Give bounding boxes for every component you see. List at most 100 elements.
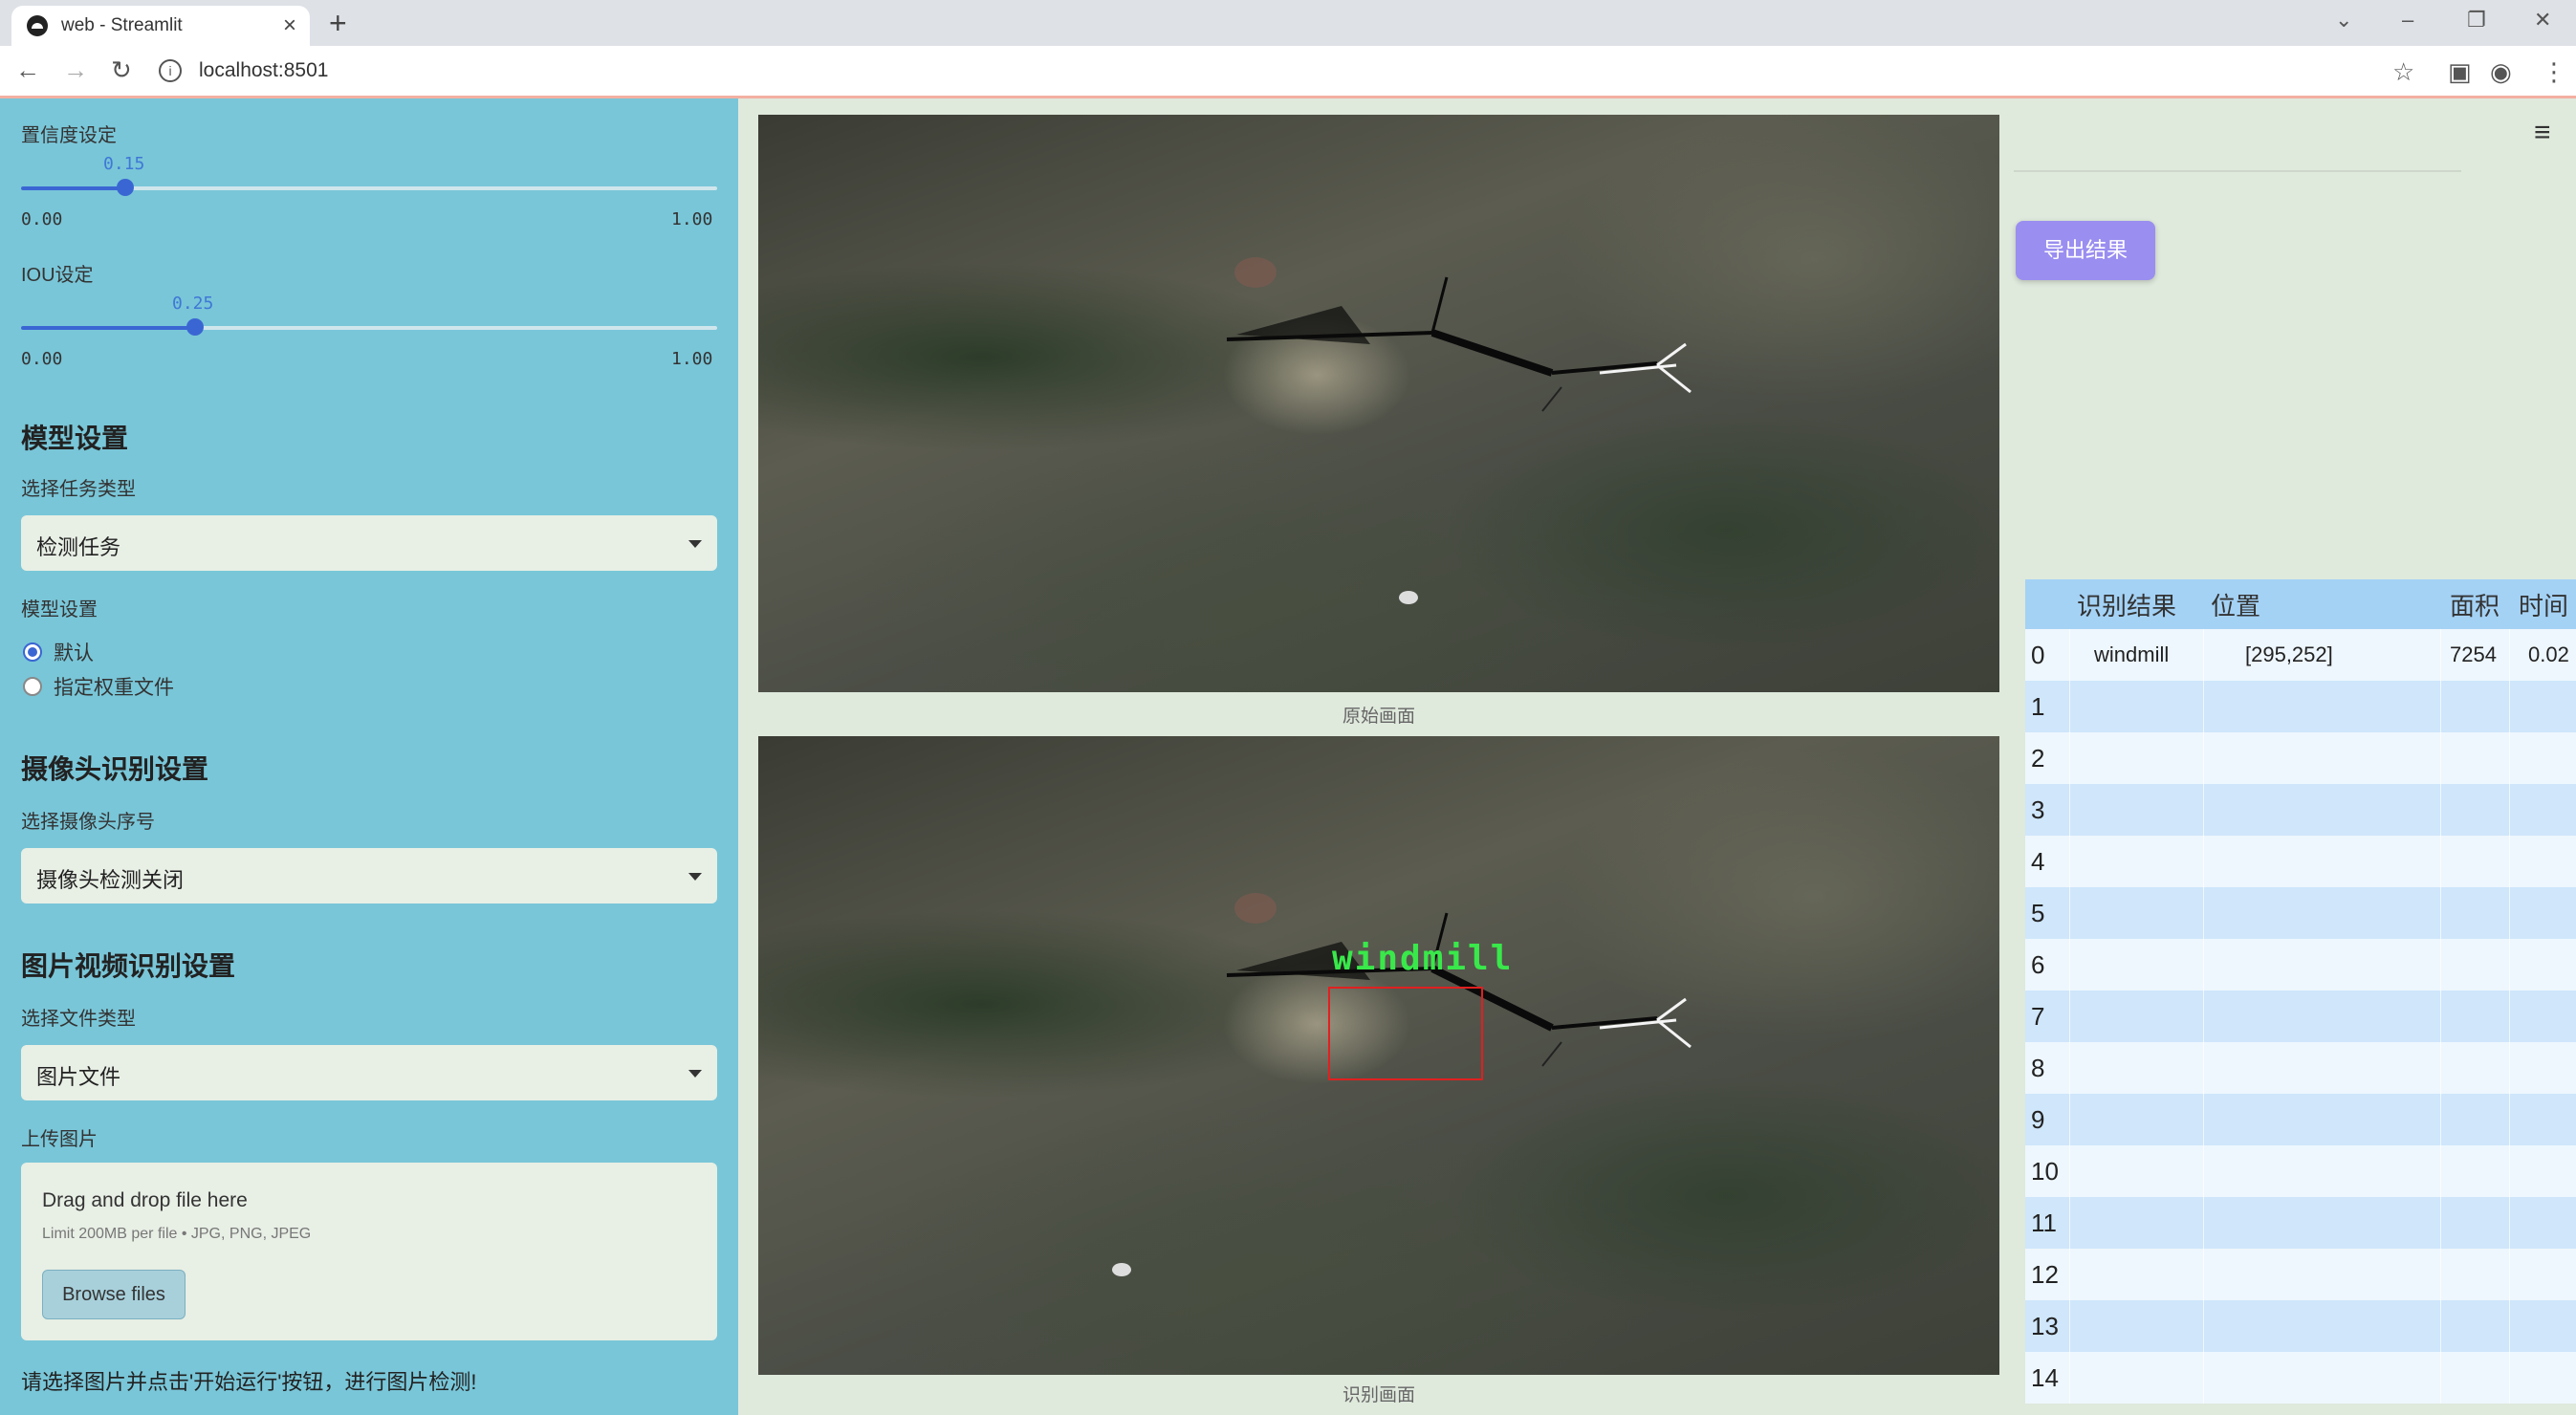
confidence-min: 0.00: [21, 209, 63, 229]
column-divider: [2440, 939, 2441, 990]
back-icon[interactable]: ←: [15, 55, 40, 85]
table-row[interactable]: 0 windmill [295,252] 7254 0.02: [2025, 629, 2576, 681]
row-index: 14: [2031, 1362, 2059, 1392]
media-section-title: 图片视频识别设置: [21, 951, 236, 981]
column-divider: [2509, 1300, 2510, 1352]
radio-custom-weights-dot[interactable]: [23, 677, 42, 696]
radio-custom-weights[interactable]: 指定权重文件: [23, 672, 174, 701]
reload-icon[interactable]: ↻: [111, 55, 132, 85]
confidence-value: 0.15: [103, 154, 145, 174]
column-divider: [2440, 1300, 2441, 1352]
hamburger-icon[interactable]: ≡: [2534, 117, 2551, 149]
column-divider: [2203, 887, 2204, 939]
table-row[interactable]: 1: [2025, 681, 2576, 732]
task-type-select[interactable]: 检测任务: [21, 515, 717, 571]
column-divider: [2069, 887, 2070, 939]
forward-icon[interactable]: →: [63, 55, 88, 85]
iou-value: 0.25: [172, 294, 214, 314]
row-index: 11: [2031, 1208, 2057, 1237]
column-divider: [2203, 1249, 2204, 1300]
table-row[interactable]: 13: [2025, 1300, 2576, 1352]
column-divider: [2203, 1352, 2204, 1404]
row-index: 6: [2031, 949, 2045, 979]
column-divider: [2203, 1197, 2204, 1249]
column-divider: [2440, 732, 2441, 784]
file-type-value: 图片文件: [36, 1065, 121, 1089]
header-position[interactable]: 位置: [2211, 579, 2260, 629]
file-type-select[interactable]: 图片文件: [21, 1045, 717, 1100]
restore-icon[interactable]: ❐: [2467, 8, 2486, 33]
radio-default-dot[interactable]: [23, 642, 42, 662]
column-divider: [2203, 1042, 2204, 1094]
column-divider: [2203, 1300, 2204, 1352]
header-area[interactable]: 面积: [2450, 579, 2500, 629]
file-uploader-dropzone[interactable]: Drag and drop file here Limit 200MB per …: [21, 1163, 717, 1340]
menu-dots-icon[interactable]: ⋮: [2542, 57, 2566, 87]
column-divider: [2509, 990, 2510, 1042]
star-icon[interactable]: ☆: [2392, 57, 2414, 87]
iou-slider[interactable]: [21, 318, 717, 336]
info-icon[interactable]: i: [159, 59, 182, 82]
radio-default[interactable]: 默认: [23, 638, 94, 666]
column-divider: [2509, 629, 2510, 681]
table-row[interactable]: 4: [2025, 836, 2576, 887]
column-divider: [2509, 1094, 2510, 1145]
column-divider: [2069, 1300, 2070, 1352]
iou-slider-thumb[interactable]: [186, 318, 204, 336]
original-caption: 原始画面: [1342, 707, 1415, 727]
browser-tabbar: web - Streamlit × + ⌄ – ❐ ✕: [0, 0, 2576, 46]
tab-search-icon[interactable]: ⌄: [2335, 8, 2352, 33]
table-row[interactable]: 2: [2025, 732, 2576, 784]
table-row[interactable]: 11: [2025, 1197, 2576, 1249]
original-image: [758, 115, 1999, 692]
browse-files-button[interactable]: Browse files: [42, 1270, 186, 1319]
column-divider: [2509, 681, 2510, 732]
model-section-title: 模型设置: [21, 424, 129, 453]
browser-tab[interactable]: web - Streamlit ×: [11, 6, 310, 46]
table-row[interactable]: 3: [2025, 784, 2576, 836]
column-divider: [2069, 1249, 2070, 1300]
table-row[interactable]: 7: [2025, 990, 2576, 1042]
caret-down-icon: [688, 540, 702, 548]
row-index: 2: [2031, 743, 2045, 773]
table-row[interactable]: 9: [2025, 1094, 2576, 1145]
column-divider: [2509, 1042, 2510, 1094]
column-divider: [2509, 1352, 2510, 1404]
column-divider: [2203, 990, 2204, 1042]
caret-down-icon: [688, 873, 702, 881]
column-divider: [2440, 990, 2441, 1042]
table-row[interactable]: 12: [2025, 1249, 2576, 1300]
detection-bounding-box: [1328, 987, 1483, 1080]
table-row[interactable]: 10: [2025, 1145, 2576, 1197]
column-divider: [2069, 1197, 2070, 1249]
table-row[interactable]: 6: [2025, 939, 2576, 990]
confidence-slider-thumb[interactable]: [117, 179, 134, 196]
table-row[interactable]: 8: [2025, 1042, 2576, 1094]
export-results-button[interactable]: 导出结果: [2016, 221, 2155, 280]
row-index: 5: [2031, 898, 2045, 927]
cell-position: [295,252]: [2245, 642, 2333, 666]
streamlit-favicon-icon: [27, 15, 48, 36]
close-window-icon[interactable]: ✕: [2534, 8, 2551, 33]
column-divider: [2203, 681, 2204, 732]
tab-close-icon[interactable]: ×: [283, 12, 296, 39]
camera-select[interactable]: 摄像头检测关闭: [21, 848, 717, 903]
url-field[interactable]: i localhost:8501: [159, 54, 2358, 88]
result-image: windmill: [758, 736, 1999, 1375]
column-divider: [2509, 784, 2510, 836]
minimize-icon[interactable]: –: [2402, 8, 2413, 33]
column-divider: [2203, 629, 2204, 681]
model-weights-label: 模型设置: [21, 599, 98, 620]
divider: [2014, 170, 2461, 172]
header-result[interactable]: 识别结果: [2077, 579, 2176, 629]
column-divider: [2069, 629, 2070, 681]
column-divider: [2203, 1094, 2204, 1145]
table-row[interactable]: 14: [2025, 1352, 2576, 1404]
table-row[interactable]: 5: [2025, 887, 2576, 939]
url-text: localhost:8501: [199, 59, 329, 81]
header-time[interactable]: 时间: [2519, 579, 2568, 629]
new-tab-icon[interactable]: +: [329, 6, 347, 41]
confidence-slider[interactable]: [21, 179, 717, 196]
sidepanel-icon[interactable]: ▣: [2448, 57, 2472, 87]
profile-icon[interactable]: ◉: [2490, 57, 2512, 87]
